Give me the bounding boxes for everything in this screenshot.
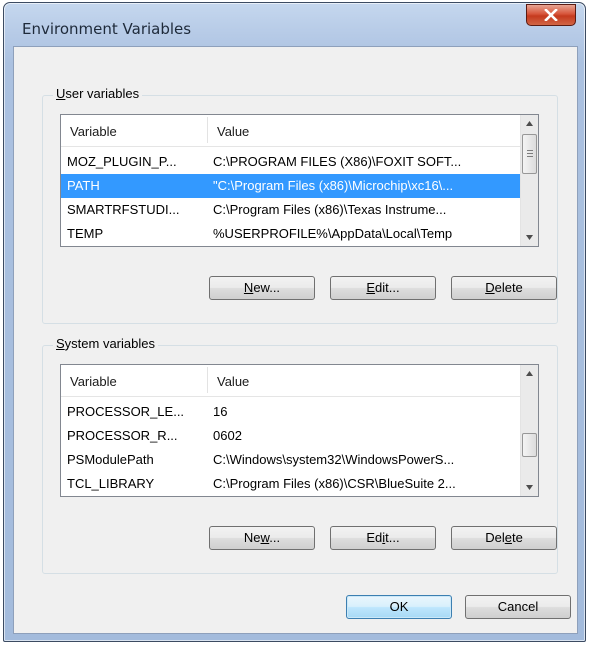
variable-name: MOZ_PLUGIN_P... — [67, 154, 177, 169]
dialog-client-area: User variables Variable Value MOZ_PLUGIN… — [13, 46, 578, 634]
variable-value: "C:\Program Files (x86)\Microchip\xc16\.… — [213, 178, 454, 193]
chevron-down-icon — [526, 235, 533, 240]
variable-value: C:\Program Files (x86)\CSR\BlueSuite 2..… — [213, 476, 456, 491]
user-variables-group: User variables Variable Value MOZ_PLUGIN… — [42, 86, 558, 324]
column-header-variable[interactable]: Variable — [70, 374, 117, 389]
user-list-header: Variable Value — [61, 115, 521, 147]
window-title: Environment Variables — [22, 20, 192, 38]
system-edit-button[interactable]: Edit... — [330, 526, 436, 550]
close-icon — [544, 9, 558, 21]
user-variable-row[interactable]: MOZ_PLUGIN_P... C:\PROGRAM FILES (X86)\F… — [61, 150, 521, 174]
system-variable-row[interactable]: PSModulePath C:\Windows\system32\Windows… — [61, 448, 521, 472]
variable-value: 0602 — [213, 428, 242, 443]
system-new-button[interactable]: New... — [209, 526, 315, 550]
user-delete-button[interactable]: Delete — [451, 276, 557, 300]
chevron-up-icon — [526, 121, 533, 126]
system-delete-button[interactable]: Delete — [451, 526, 557, 550]
chevron-down-icon — [526, 485, 533, 490]
user-variable-row-selected[interactable]: PATH "C:\Program Files (x86)\Microchip\x… — [61, 174, 521, 198]
scroll-up-arrow[interactable] — [521, 115, 538, 132]
column-header-variable[interactable]: Variable — [70, 124, 117, 139]
close-button[interactable] — [526, 4, 576, 26]
variable-name: SMARTRFSTUDI... — [67, 202, 180, 217]
column-divider[interactable] — [207, 367, 208, 393]
system-variables-group: System variables Variable Value PROCESSO… — [42, 336, 558, 574]
user-variable-row[interactable]: SMARTRFSTUDI... C:\Program Files (x86)\T… — [61, 198, 521, 222]
system-variables-list[interactable]: Variable Value PROCESSOR_LE... 16 PROCES… — [60, 364, 539, 497]
system-variables-legend: System variables — [53, 336, 158, 351]
scroll-down-arrow[interactable] — [521, 479, 538, 496]
user-list-scrollbar[interactable] — [520, 115, 538, 246]
variable-value: C:\Windows\system32\WindowsPowerS... — [213, 452, 455, 467]
environment-variables-window: Environment Variables User variables Var… — [3, 2, 586, 642]
column-header-value[interactable]: Value — [217, 124, 249, 139]
scroll-thumb[interactable] — [522, 433, 537, 457]
variable-name: PROCESSOR_LE... — [67, 404, 185, 419]
user-variables-legend: User variables — [53, 86, 143, 101]
variable-name: TEMP — [67, 226, 104, 241]
system-list-header: Variable Value — [61, 365, 521, 397]
system-list-scrollbar[interactable] — [520, 365, 538, 496]
variable-value: C:\Program Files (x86)\Texas Instrume... — [213, 202, 447, 217]
scroll-up-arrow[interactable] — [521, 365, 538, 382]
user-new-button[interactable]: New... — [209, 276, 315, 300]
cancel-button[interactable]: Cancel — [465, 595, 571, 619]
system-variable-row[interactable]: PROCESSOR_R... 0602 — [61, 424, 521, 448]
user-variables-list[interactable]: Variable Value MOZ_PLUGIN_P... C:\PROGRA… — [60, 114, 539, 247]
system-variable-row[interactable]: PROCESSOR_LE... 16 — [61, 400, 521, 424]
title-bar[interactable]: Environment Variables — [4, 3, 585, 45]
variable-value: %USERPROFILE%\AppData\Local\Temp — [213, 226, 453, 241]
variable-value: C:\PROGRAM FILES (X86)\FOXIT SOFT... — [213, 154, 462, 169]
user-edit-button[interactable]: Edit... — [330, 276, 436, 300]
scroll-down-arrow[interactable] — [521, 229, 538, 246]
chevron-up-icon — [526, 371, 533, 376]
scroll-thumb[interactable] — [522, 134, 537, 174]
column-header-value[interactable]: Value — [217, 374, 249, 389]
system-variable-row[interactable]: TCL_LIBRARY C:\Program Files (x86)\CSR\B… — [61, 472, 521, 496]
variable-name: PATH — [67, 178, 100, 193]
column-divider[interactable] — [207, 117, 208, 143]
user-variable-row[interactable]: TEMP %USERPROFILE%\AppData\Local\Temp — [61, 222, 521, 246]
variable-name: PSModulePath — [67, 452, 154, 467]
variable-name: TCL_LIBRARY — [67, 476, 155, 491]
variable-name: PROCESSOR_R... — [67, 428, 178, 443]
variable-value: 16 — [213, 404, 228, 419]
ok-button[interactable]: OK — [346, 595, 452, 619]
